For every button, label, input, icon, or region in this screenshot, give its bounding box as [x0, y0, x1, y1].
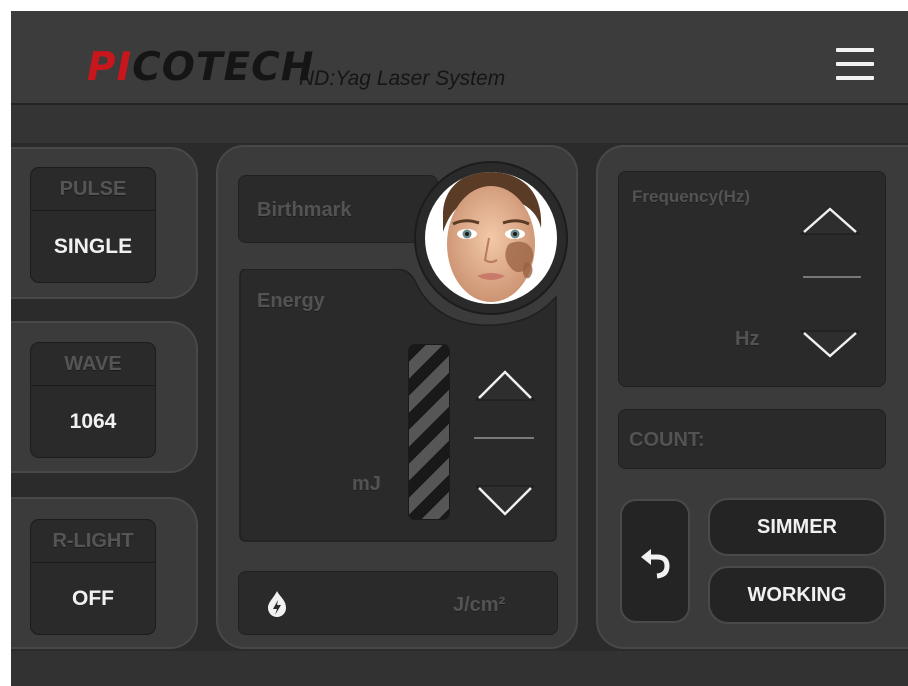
- treatment-panel: Birthmark Energy mJ J/cm²: [216, 145, 578, 649]
- frequency-box: Frequency(Hz) Hz: [618, 171, 886, 387]
- back-arrow-icon: [641, 549, 670, 579]
- frequency-value-dash: [803, 276, 861, 278]
- wave-value: 1064: [69, 409, 117, 433]
- system-subtitle: ND:Yag Laser System: [299, 67, 506, 90]
- brand-logo: PICOTECH: [87, 45, 315, 90]
- pulse-label: PULSE: [31, 168, 155, 211]
- wave-panel: WAVE 1064: [11, 321, 198, 473]
- footer-band: [11, 651, 908, 686]
- wave-button[interactable]: WAVE 1064: [30, 342, 156, 458]
- mode-label: Birthmark: [257, 199, 352, 221]
- working-button[interactable]: WORKING: [708, 566, 886, 624]
- face-portrait: [425, 172, 557, 304]
- header-divider-band: [11, 105, 908, 143]
- wave-label: WAVE: [31, 343, 155, 386]
- energy-unit: mJ: [352, 473, 381, 495]
- flame-icon: [268, 591, 286, 617]
- rlight-button[interactable]: R-LIGHT OFF: [30, 519, 156, 635]
- count-box: COUNT:: [618, 409, 886, 469]
- energy-down-arrow-icon[interactable]: [474, 483, 536, 519]
- energy-up-arrow-icon[interactable]: [474, 367, 536, 403]
- fluence-field: J/cm²: [238, 571, 558, 635]
- simmer-button[interactable]: SIMMER: [708, 498, 886, 556]
- hamburger-menu-icon[interactable]: [836, 48, 874, 80]
- energy-label: Energy: [257, 290, 325, 312]
- pulse-button[interactable]: PULSE SINGLE: [30, 167, 156, 283]
- frequency-down-arrow-icon[interactable]: [799, 328, 861, 360]
- back-button[interactable]: [620, 499, 690, 623]
- app-header: PICOTECH ND:Yag Laser System: [11, 11, 908, 105]
- pulse-value: SINGLE: [53, 234, 133, 258]
- rlight-value: OFF: [72, 586, 114, 610]
- laser-control-screen: PICOTECH ND:Yag Laser System PULSE SINGL…: [11, 11, 908, 686]
- rlight-label: R-LIGHT: [31, 520, 155, 563]
- frequency-unit: Hz: [735, 328, 760, 350]
- fluence-unit: J/cm²: [453, 594, 506, 616]
- energy-level-bar: [408, 344, 450, 520]
- mode-field[interactable]: Birthmark: [238, 175, 438, 243]
- rlight-panel: R-LIGHT OFF: [11, 497, 198, 649]
- count-label: COUNT:: [629, 429, 705, 451]
- frequency-label: Frequency(Hz): [632, 187, 751, 206]
- right-panel: Frequency(Hz) Hz COUNT: SIMMER WORKING: [596, 145, 908, 649]
- treatment-area-image: [414, 161, 568, 315]
- pulse-panel: PULSE SINGLE: [11, 147, 198, 299]
- energy-value-dash: [474, 437, 534, 439]
- frequency-up-arrow-icon[interactable]: [799, 204, 861, 236]
